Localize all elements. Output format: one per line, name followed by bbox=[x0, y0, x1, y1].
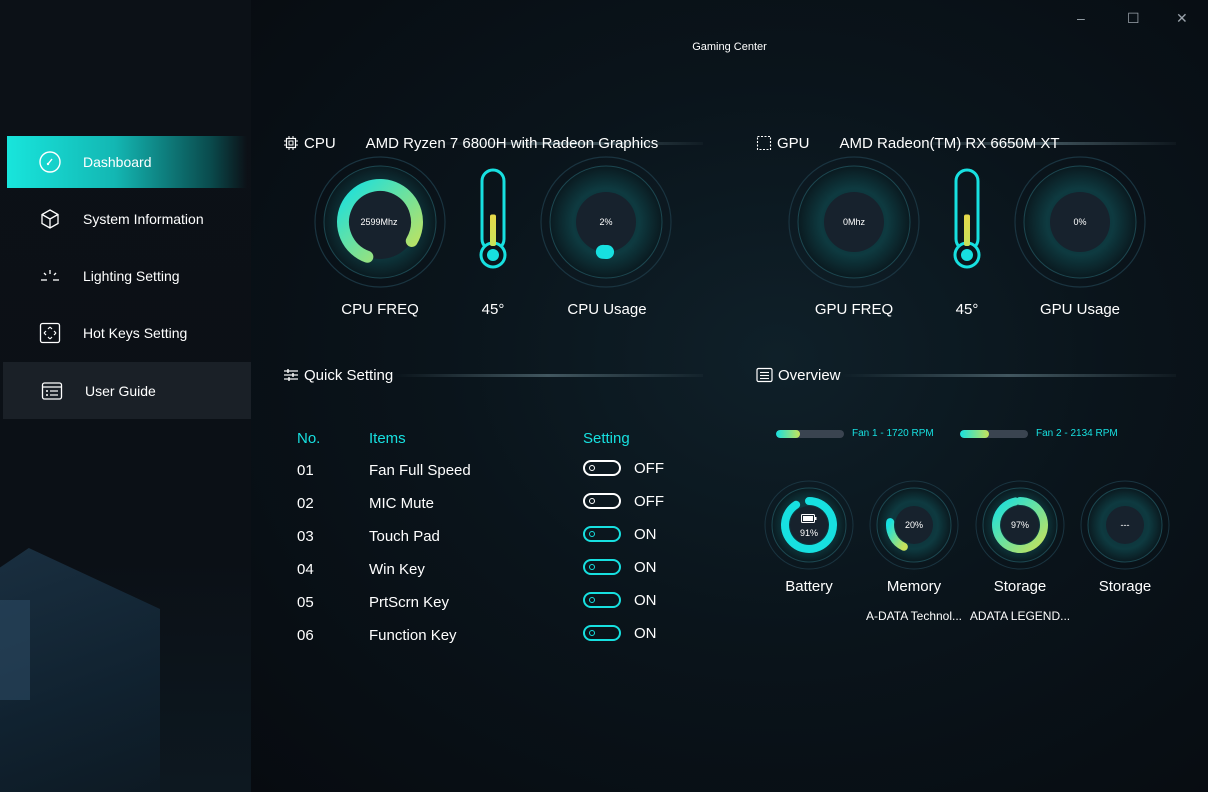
sidebar-item-label: Dashboard bbox=[83, 154, 152, 170]
quick-setting-title: Quick Setting bbox=[304, 366, 394, 384]
battery-icon bbox=[801, 510, 817, 528]
qs-toggle-win-key[interactable] bbox=[583, 559, 621, 575]
gpu-usage-value: 0% bbox=[1073, 217, 1087, 227]
fan-2-label: Fan 2 - 2134 RPM bbox=[1036, 428, 1118, 439]
cpu-usage-label: CPU Usage bbox=[567, 301, 647, 318]
battery-value: 91% bbox=[799, 528, 818, 538]
fan-2-indicator: Fan 2 - 2134 RPM bbox=[960, 428, 1118, 439]
toggle-knob bbox=[589, 531, 595, 537]
gauge-icon bbox=[38, 150, 62, 174]
cube-icon bbox=[38, 207, 62, 231]
quick-setting-header: Quick Setting bbox=[283, 365, 703, 385]
app-title: Gaming Center bbox=[692, 41, 767, 53]
gpu-section-label: GPU bbox=[777, 134, 810, 152]
keypad-icon bbox=[38, 321, 62, 345]
qs-row-state: OFF bbox=[634, 493, 664, 510]
qs-toggle-touch-pad[interactable] bbox=[583, 526, 621, 542]
qs-row-state: ON bbox=[634, 559, 657, 576]
qs-row-number: 02 bbox=[297, 495, 314, 512]
storage-1-device-name: ADATA LEGEND... bbox=[969, 609, 1071, 623]
overview-header: Overview bbox=[756, 365, 1176, 385]
memory-value: 20% bbox=[904, 520, 923, 530]
qs-row-number: 05 bbox=[297, 594, 314, 611]
guide-list-icon bbox=[40, 379, 64, 403]
cpu-temp-thermometer bbox=[479, 168, 507, 269]
qs-row-state: ON bbox=[634, 526, 657, 543]
sidebar: Dashboard System Information Lighting Se… bbox=[0, 0, 251, 792]
dials-layer bbox=[314, 156, 1146, 288]
sliders-icon bbox=[283, 367, 299, 383]
sidebar-item-label: User Guide bbox=[85, 382, 156, 399]
fan-1-indicator: Fan 1 - 1720 RPM bbox=[776, 428, 934, 439]
memory-device-name: A-DATA Technol... bbox=[865, 609, 963, 623]
gpu-chip-icon bbox=[756, 135, 772, 151]
qs-row-state: ON bbox=[634, 592, 657, 609]
qs-row-item: PrtScrn Key bbox=[369, 594, 450, 611]
fan-1-bar bbox=[776, 429, 844, 438]
maximize-button[interactable]: ☐ bbox=[1127, 10, 1140, 27]
toggle-knob bbox=[589, 597, 595, 603]
qs-row-item: Touch Pad bbox=[369, 528, 440, 545]
storage-1-value: 97% bbox=[1010, 520, 1029, 530]
qs-row-item: MIC Mute bbox=[369, 495, 435, 512]
toggle-knob bbox=[589, 630, 595, 636]
battery-label: Battery bbox=[785, 578, 833, 595]
qs-toggle-function-key[interactable] bbox=[583, 625, 621, 641]
storage-2-value: --- bbox=[1120, 520, 1130, 530]
cpu-section-label: CPU bbox=[304, 134, 336, 152]
sidebar-item-system-information[interactable]: System Information bbox=[7, 193, 247, 245]
sidebar-item-lighting-setting[interactable]: Lighting Setting bbox=[7, 250, 247, 302]
sidebar-item-label: System Information bbox=[83, 211, 204, 227]
sidebar-item-label: Hot Keys Setting bbox=[83, 325, 188, 341]
light-rays-icon bbox=[38, 264, 62, 288]
gpu-usage-label: GPU Usage bbox=[1039, 301, 1121, 318]
qs-row-number: 06 bbox=[297, 627, 314, 644]
qs-row-state: ON bbox=[634, 625, 657, 642]
sidebar-item-hot-keys-setting[interactable]: Hot Keys Setting bbox=[7, 307, 247, 359]
sidebar-decoration-edge bbox=[0, 600, 30, 700]
cpu-freq-value: 2599Mhz bbox=[360, 217, 398, 227]
gpu-freq-value: 0Mhz bbox=[842, 217, 865, 227]
qs-row-item: Function Key bbox=[369, 627, 457, 644]
gpu-temp-thermometer bbox=[953, 168, 981, 269]
qs-row-item: Fan Full Speed bbox=[369, 462, 471, 479]
toggle-knob bbox=[589, 564, 595, 570]
memory-label: Memory bbox=[886, 578, 942, 595]
cpu-model: AMD Ryzen 7 6800H with Radeon Graphics bbox=[365, 134, 659, 152]
fan-1-label: Fan 1 - 1720 RPM bbox=[852, 428, 934, 439]
storage-1-label: Storage bbox=[993, 578, 1047, 595]
overview-title: Overview bbox=[778, 366, 841, 384]
minimize-button[interactable]: – bbox=[1077, 10, 1085, 26]
sidebar-item-dashboard[interactable]: Dashboard bbox=[7, 136, 247, 188]
storage-2-label: Storage bbox=[1098, 578, 1152, 595]
qs-toggle-mic-mute[interactable] bbox=[583, 493, 621, 509]
qs-header-items: Items bbox=[369, 430, 406, 447]
toggle-knob bbox=[589, 498, 595, 504]
main-panel: – ☐ ✕ Gaming Center CPU AMD Ryzen 7 6800… bbox=[251, 0, 1208, 792]
qs-header-no: No. bbox=[297, 430, 321, 447]
qs-header-setting: Setting bbox=[583, 430, 630, 447]
close-button[interactable]: ✕ bbox=[1176, 10, 1188, 27]
qs-toggle-prtscrn-key[interactable] bbox=[583, 592, 621, 608]
qs-row-number: 01 bbox=[297, 462, 314, 479]
sidebar-item-label: Lighting Setting bbox=[83, 268, 180, 284]
qs-row-state: OFF bbox=[634, 460, 664, 477]
overview-list-icon bbox=[756, 367, 773, 383]
chip-icon bbox=[283, 135, 299, 151]
toggle-knob bbox=[589, 465, 595, 471]
cpu-usage-value: 2% bbox=[599, 217, 613, 227]
fan-2-bar bbox=[960, 429, 1028, 438]
qs-row-number: 03 bbox=[297, 528, 314, 545]
qs-row-number: 04 bbox=[297, 561, 314, 578]
gpu-model: AMD Radeon(TM) RX 6650M XT bbox=[839, 134, 1060, 152]
sidebar-item-user-guide[interactable]: User Guide bbox=[3, 362, 251, 419]
qs-row-item: Win Key bbox=[369, 561, 425, 578]
qs-toggle-fan-full-speed[interactable] bbox=[583, 460, 621, 476]
